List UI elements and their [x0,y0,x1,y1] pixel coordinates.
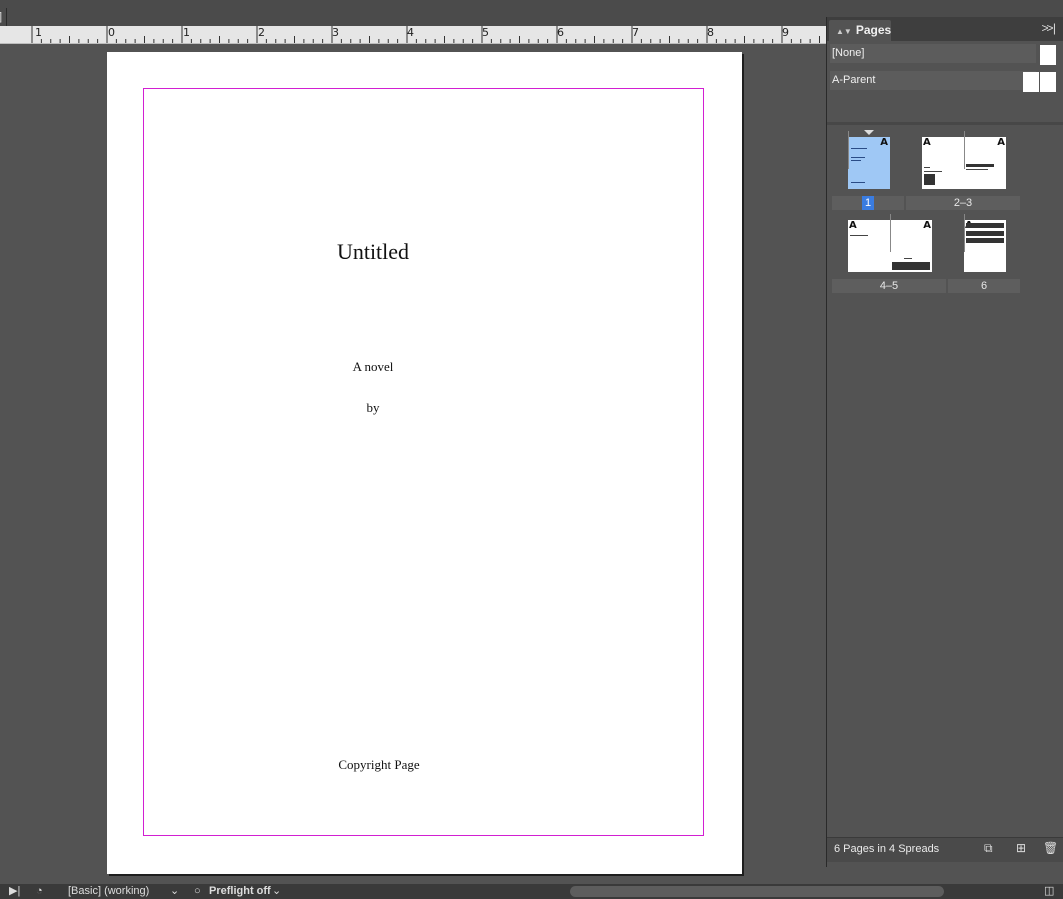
parent-marker: A [923,137,931,148]
parent-row-label: [None] [832,47,865,59]
spinner-icon[interactable]: ◔ [36,884,43,899]
play-forward-icon[interactable]: ▶| [9,884,20,899]
thumb-text-block [924,174,935,185]
document-tab-label: ] [0,8,2,26]
ruler-label: 5 [482,26,489,39]
preflight-status-icon: ○ [194,885,201,897]
new-page-icon[interactable]: ⊞ [1016,841,1026,855]
document-page[interactable]: Untitled A novel by Copyright Page [107,52,742,874]
thumb-line [851,160,861,161]
status-bar: ▶| ◔ [Basic] (working) ⌄ ○ Preflight off… [0,884,1063,899]
thumb-text-block [966,231,1004,236]
spine-line [964,131,965,170]
spread-thumbnail-1[interactable]: A [848,131,890,189]
page-count-text: 6 Pages in 4 Spreads [834,843,940,855]
thumb-line [851,157,865,158]
ruler-label: 8 [707,26,714,39]
spread-label-4-5[interactable]: 4–5 [832,279,946,293]
ruler-label: 4 [407,26,414,39]
tab-pages[interactable]: ▲▼ Pages [829,20,891,41]
page-byline-text[interactable]: by [107,400,639,416]
workspace-label[interactable]: [Basic] (working) [68,884,149,899]
parent-marker: A [849,220,857,231]
ruler-label: 9 [782,26,789,39]
page-footer-text[interactable]: Copyright Page [107,757,651,773]
ruler-label: 1 [183,26,190,39]
parent-marker: A [923,220,931,231]
panel-divider[interactable] [827,122,1063,125]
spine-line [848,131,849,170]
margin-guide [143,88,704,836]
parent-marker: A [880,137,888,148]
page-title-text[interactable]: Untitled [107,239,639,265]
ruler-label: 6 [557,26,564,39]
parent-thumbnail-a-right[interactable] [1040,72,1056,92]
spread-label-1[interactable]: 1 [832,196,904,210]
spine-line [890,214,891,253]
spread-thumbnail-4-5[interactable]: A A [848,214,932,272]
spread-label-text: 1 [861,196,875,210]
spread-label-text: 2–3 [953,197,973,209]
ruler-label: 3 [332,26,339,39]
ruler-label: 0 [108,26,115,39]
thumb-text-block [966,164,994,167]
spread-label-text: 6 [980,280,988,292]
thumb-line [924,167,930,168]
document-tab[interactable]: ] [0,8,7,26]
chevron-down-icon[interactable]: ⌄ [272,884,281,899]
spread-label-text: 4–5 [879,280,899,292]
parent-thumbnail-a-left[interactable] [1023,72,1039,92]
spread-label-2-3[interactable]: 2–3 [906,196,1020,210]
page-size-icon[interactable]: ⧉ [984,841,993,856]
trash-icon[interactable]: 🗑 [1043,841,1058,855]
panel-footer: 6 Pages in 4 Spreads ⧉ ⊞ 🗑 [827,837,1063,862]
double-chevron-right-icon[interactable]: >> | [1042,21,1057,35]
horizontal-ruler[interactable]: 1 0 1 2 3 4 5 6 7 8 9 [0,26,826,44]
thumb-line [851,148,867,149]
parent-thumbnail-none[interactable] [1040,45,1056,65]
thumb-line [850,235,868,236]
up-down-arrows-icon: ▲▼ [836,27,852,36]
ruler-label: 1 [35,26,42,39]
tab-pages-label: Pages [855,23,892,37]
preflight-label[interactable]: Preflight off [209,884,271,899]
split-view-icon[interactable]: ◫ [1044,884,1054,899]
ruler-label: 7 [632,26,639,39]
parent-marker: A [997,137,1005,148]
spread-thumbnail-6[interactable]: A [964,214,1006,272]
pasteboard[interactable]: Untitled A novel by Copyright Page [0,44,826,884]
thumb-text-block [892,262,930,270]
parent-row-a-parent[interactable]: A-Parent [830,71,1036,90]
thumb-line [924,171,942,172]
thumb-line [851,182,865,183]
page-subtitle-text[interactable]: A novel [107,359,639,375]
panel-header: ▲▼ Pages >> | [827,17,1063,41]
chevron-down-icon[interactable]: ⌄ [170,884,179,899]
thumb-text-block [966,238,1004,243]
thumb-line [904,258,912,259]
parent-row-none[interactable]: [None] [830,44,1036,63]
thumb-line [966,169,988,170]
spread-thumbnail-2-3[interactable]: A A [922,131,1006,189]
spread-label-6[interactable]: 6 [948,279,1020,293]
thumb-text-block [966,223,1004,228]
parent-row-label: A-Parent [832,74,876,86]
current-page-indicator-icon [864,130,874,135]
pages-panel: ▲▼ Pages >> | [None] A-Parent A 1 A A 2–3… [826,17,1063,867]
horizontal-scrollbar[interactable] [570,886,944,897]
ruler-label: 2 [258,26,265,39]
